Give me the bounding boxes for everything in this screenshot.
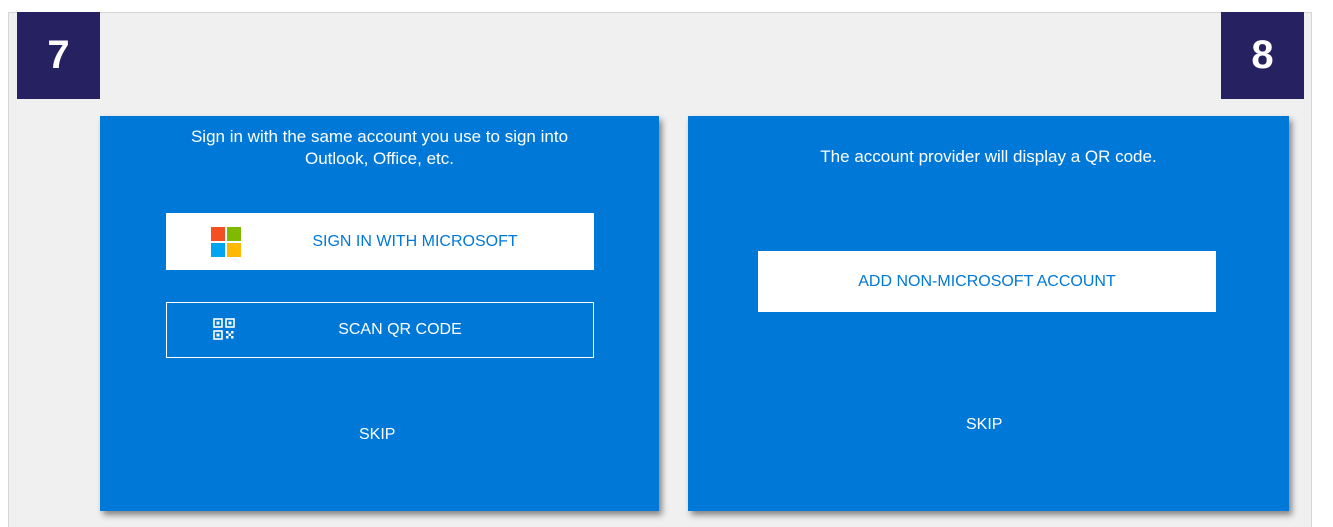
sign-in-instruction: Sign in with the same account you use to… xyxy=(100,126,659,170)
scan-qr-code-button[interactable]: SCAN QR CODE xyxy=(166,302,594,358)
qr-code-icon xyxy=(213,318,235,340)
instruction-line-1: Sign in with the same account you use to… xyxy=(190,127,569,146)
sign-in-panel: Sign in with the same account you use to… xyxy=(100,116,659,511)
microsoft-logo-icon xyxy=(211,227,241,257)
scan-button-label: SCAN QR CODE xyxy=(338,321,462,338)
sign-in-with-microsoft-button[interactable]: SIGN IN WITH MICROSOFT xyxy=(166,213,594,270)
skip-button-left[interactable]: SKIP xyxy=(359,426,395,444)
add-non-microsoft-account-button[interactable]: ADD NON-MICROSOFT ACCOUNT xyxy=(758,251,1216,312)
skip-button-right[interactable]: SKIP xyxy=(966,416,1002,434)
qr-instruction: The account provider will display a QR c… xyxy=(820,147,1157,166)
step-badge-7: 7 xyxy=(17,12,100,99)
step-badge-8: 8 xyxy=(1221,12,1304,99)
sign-in-button-label: SIGN IN WITH MICROSOFT xyxy=(312,232,518,250)
add-account-panel: The account provider will display a QR c… xyxy=(688,116,1289,511)
instruction-line-2: Outlook, Office, etc. xyxy=(305,149,454,168)
add-account-button-label: ADD NON-MICROSOFT ACCOUNT xyxy=(858,272,1116,290)
